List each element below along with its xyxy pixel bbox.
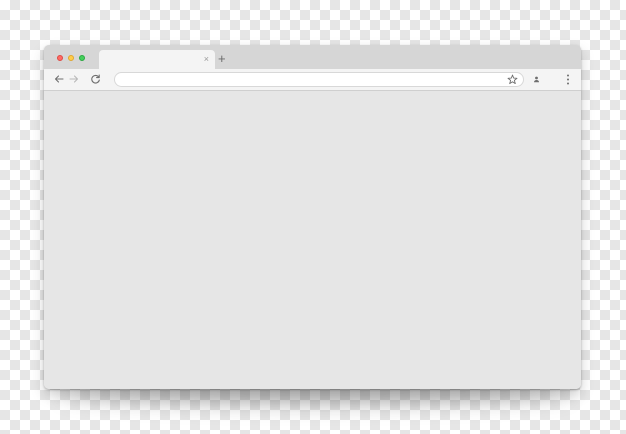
user-icon[interactable] bbox=[531, 74, 542, 85]
menu-dots-icon[interactable] bbox=[564, 73, 572, 86]
forward-button[interactable] bbox=[68, 73, 80, 85]
toolbar bbox=[44, 69, 581, 91]
arrow-left-icon bbox=[54, 75, 64, 83]
minimize-window-button[interactable] bbox=[68, 55, 74, 61]
address-input[interactable] bbox=[123, 73, 493, 86]
new-tab-button[interactable]: + bbox=[218, 52, 226, 66]
arrow-right-icon bbox=[69, 75, 79, 83]
address-bar[interactable] bbox=[114, 72, 524, 87]
tab-active[interactable]: × bbox=[99, 50, 215, 69]
tab-close-icon[interactable]: × bbox=[204, 53, 209, 65]
back-button[interactable] bbox=[53, 73, 65, 85]
title-bar: × + bbox=[44, 45, 581, 69]
browser-window: × + bbox=[44, 45, 581, 389]
close-window-button[interactable] bbox=[57, 55, 63, 61]
star-icon[interactable] bbox=[507, 74, 518, 85]
maximize-window-button[interactable] bbox=[79, 55, 85, 61]
reload-button[interactable] bbox=[89, 73, 101, 85]
reload-icon bbox=[90, 73, 100, 84]
page-content bbox=[44, 91, 581, 389]
